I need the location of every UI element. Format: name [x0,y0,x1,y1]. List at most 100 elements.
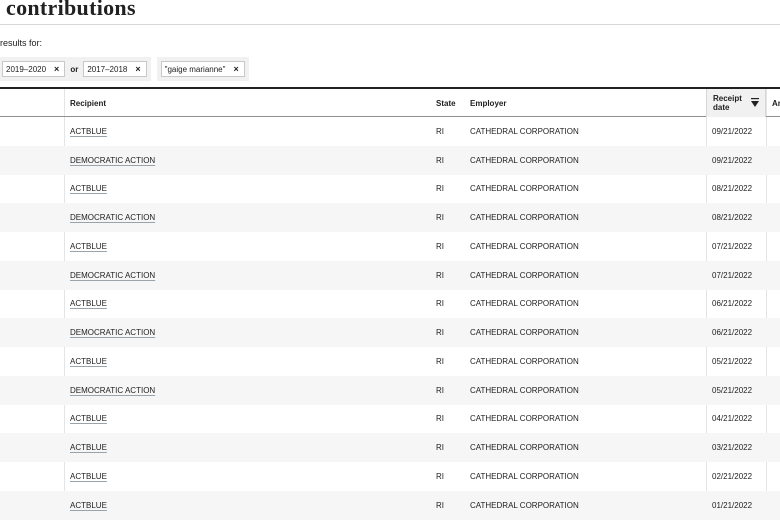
filter-tag-contributor-name: "gaige marianne" × [160,61,245,77]
state-cell: RI [436,414,444,424]
table-row: DEMOCRATIC ACTION RI CATHEDRAL CORPORATION… [0,375,780,405]
recipient-cell: ACTBLUE [64,232,430,261]
recipient-link[interactable]: ACTBLUE [70,472,107,481]
filter-tag-label: "gaige marianne" [164,64,226,74]
receipt-date-cell: 02/21/2022 [712,471,753,481]
receipt-date-cell: 05/21/2022 [712,356,753,366]
state-cell: RI [436,213,444,223]
table-row: ACTBLUE RI CATHEDRAL CORPORATION 09/21/2022 [0,117,780,146]
recipient-cell: DEMOCRATIC ACTION [64,318,430,347]
filter-tag-label: 2019–2020 [6,64,47,74]
state-cell: RI [436,385,444,395]
column-header-employer[interactable]: Employer [464,89,706,117]
state-cell: RI [436,184,444,194]
state-cell: RI [436,356,444,366]
recipient-link[interactable]: ACTBLUE [70,414,107,423]
receipt-date-cell: 09/21/2022 [712,155,753,165]
table-body: ACTBLUE RI CATHEDRAL CORPORATION 09/21/2022… [0,117,780,520]
table-row: ACTBLUE RI CATHEDRAL CORPORATION 07/21/2022 [0,232,780,261]
recipient-cell: ACTBLUE [64,117,430,146]
results-label: results for: [0,38,43,48]
remove-filter-close-icon[interactable]: × [135,64,140,74]
filter-tag-2017-2018: 2017–2018 × [83,61,147,77]
employer-cell: CATHEDRAL CORPORATION [470,328,579,338]
receipt-date-cell: 08/21/2022 [712,184,753,194]
receipt-date-cell: 07/21/2022 [712,270,753,280]
recipient-link[interactable]: ACTBLUE [70,443,107,452]
recipient-link[interactable]: ACTBLUE [70,184,107,193]
sort-descending-icon[interactable] [751,98,759,108]
column-header-amount[interactable]: Ar [766,89,780,117]
column-header-state[interactable]: State [430,89,464,117]
receipt-date-cell: 01/21/2022 [712,500,753,510]
title-divider [0,24,780,25]
employer-cell: CATHEDRAL CORPORATION [470,213,579,223]
state-cell: RI [436,155,444,165]
recipient-link[interactable]: DEMOCRATIC ACTION [70,213,155,222]
table-row: ACTBLUE RI CATHEDRAL CORPORATION 03/21/2022 [0,433,780,462]
column-header-label: Receipt date [713,94,742,112]
table-row: ACTBLUE RI CATHEDRAL CORPORATION 01/21/2022 [0,490,780,520]
table-row: ACTBLUE RI CATHEDRAL CORPORATION 08/21/2022 [0,175,780,204]
employer-cell: CATHEDRAL CORPORATION [470,443,579,453]
receipt-date-cell: 08/21/2022 [712,213,753,223]
employer-cell: CATHEDRAL CORPORATION [470,414,579,424]
recipient-cell: DEMOCRATIC ACTION [64,261,430,290]
state-cell: RI [436,126,444,136]
employer-cell: CATHEDRAL CORPORATION [470,299,579,309]
receipt-date-cell: 06/21/2022 [712,299,753,309]
table-row: DEMOCRATIC ACTION RI CATHEDRAL CORPORATION… [0,318,780,347]
employer-cell: CATHEDRAL CORPORATION [470,500,579,510]
receipt-date-cell: 04/21/2022 [712,414,753,424]
recipient-link[interactable]: ACTBLUE [70,299,107,308]
recipient-cell: ACTBLUE [64,433,430,462]
table-row: ACTBLUE RI CATHEDRAL CORPORATION 05/21/2022 [0,347,780,376]
state-cell: RI [436,299,444,309]
state-cell: RI [436,500,444,510]
employer-cell: CATHEDRAL CORPORATION [470,155,579,165]
state-cell: RI [436,270,444,280]
recipient-link[interactable]: DEMOCRATIC ACTION [70,271,155,280]
table-header: Recipient State Employer Receipt date Ar [0,87,780,117]
filter-or-label: or [70,64,79,74]
recipient-cell: DEMOCRATIC ACTION [64,146,430,175]
table-row: ACTBLUE RI CATHEDRAL CORPORATION 04/21/2022 [0,405,780,434]
recipient-cell: DEMOCRATIC ACTION [64,203,430,232]
recipient-link[interactable]: DEMOCRATIC ACTION [70,386,155,395]
table-row: DEMOCRATIC ACTION RI CATHEDRAL CORPORATION… [0,203,780,232]
employer-cell: CATHEDRAL CORPORATION [470,385,579,395]
receipt-date-cell: 06/21/2022 [712,328,753,338]
state-cell: RI [436,328,444,338]
employer-cell: CATHEDRAL CORPORATION [470,356,579,366]
state-cell: RI [436,443,444,453]
filter-group-name: "gaige marianne" × [156,57,249,81]
recipient-cell: ACTBLUE [64,405,430,434]
employer-cell: CATHEDRAL CORPORATION [470,126,579,136]
table-row: ACTBLUE RI CATHEDRAL CORPORATION 02/21/2022 [0,462,780,491]
employer-cell: CATHEDRAL CORPORATION [470,471,579,481]
contributions-table: Recipient State Employer Receipt date Ar… [0,87,780,520]
recipient-link[interactable]: ACTBLUE [70,501,107,510]
recipient-cell: DEMOCRATIC ACTION [64,376,430,405]
table-row: DEMOCRATIC ACTION RI CATHEDRAL CORPORATION… [0,260,780,290]
employer-cell: CATHEDRAL CORPORATION [470,270,579,280]
recipient-link[interactable]: DEMOCRATIC ACTION [70,156,155,165]
filter-tags-bar: 2019–2020 × or 2017–2018 × "gaige marian… [0,57,249,81]
column-header-recipient[interactable]: Recipient [64,89,430,117]
recipient-link[interactable]: ACTBLUE [70,242,107,251]
recipient-link[interactable]: ACTBLUE [70,127,107,136]
recipient-cell: ACTBLUE [64,462,430,491]
remove-filter-close-icon[interactable]: × [54,64,59,74]
filter-tag-label: 2017–2018 [87,64,128,74]
employer-cell: CATHEDRAL CORPORATION [470,184,579,194]
recipient-link[interactable]: ACTBLUE [70,357,107,366]
filter-tag-2019-2020: 2019–2020 × [2,61,66,77]
state-cell: RI [436,471,444,481]
receipt-date-cell: 05/21/2022 [712,385,753,395]
remove-filter-close-icon[interactable]: × [233,64,238,74]
recipient-link[interactable]: DEMOCRATIC ACTION [70,328,155,337]
page-title: contributions [6,0,136,20]
column-header-receipt-date[interactable]: Receipt date [706,89,766,117]
employer-cell: CATHEDRAL CORPORATION [470,241,579,251]
recipient-cell: ACTBLUE [64,347,430,376]
